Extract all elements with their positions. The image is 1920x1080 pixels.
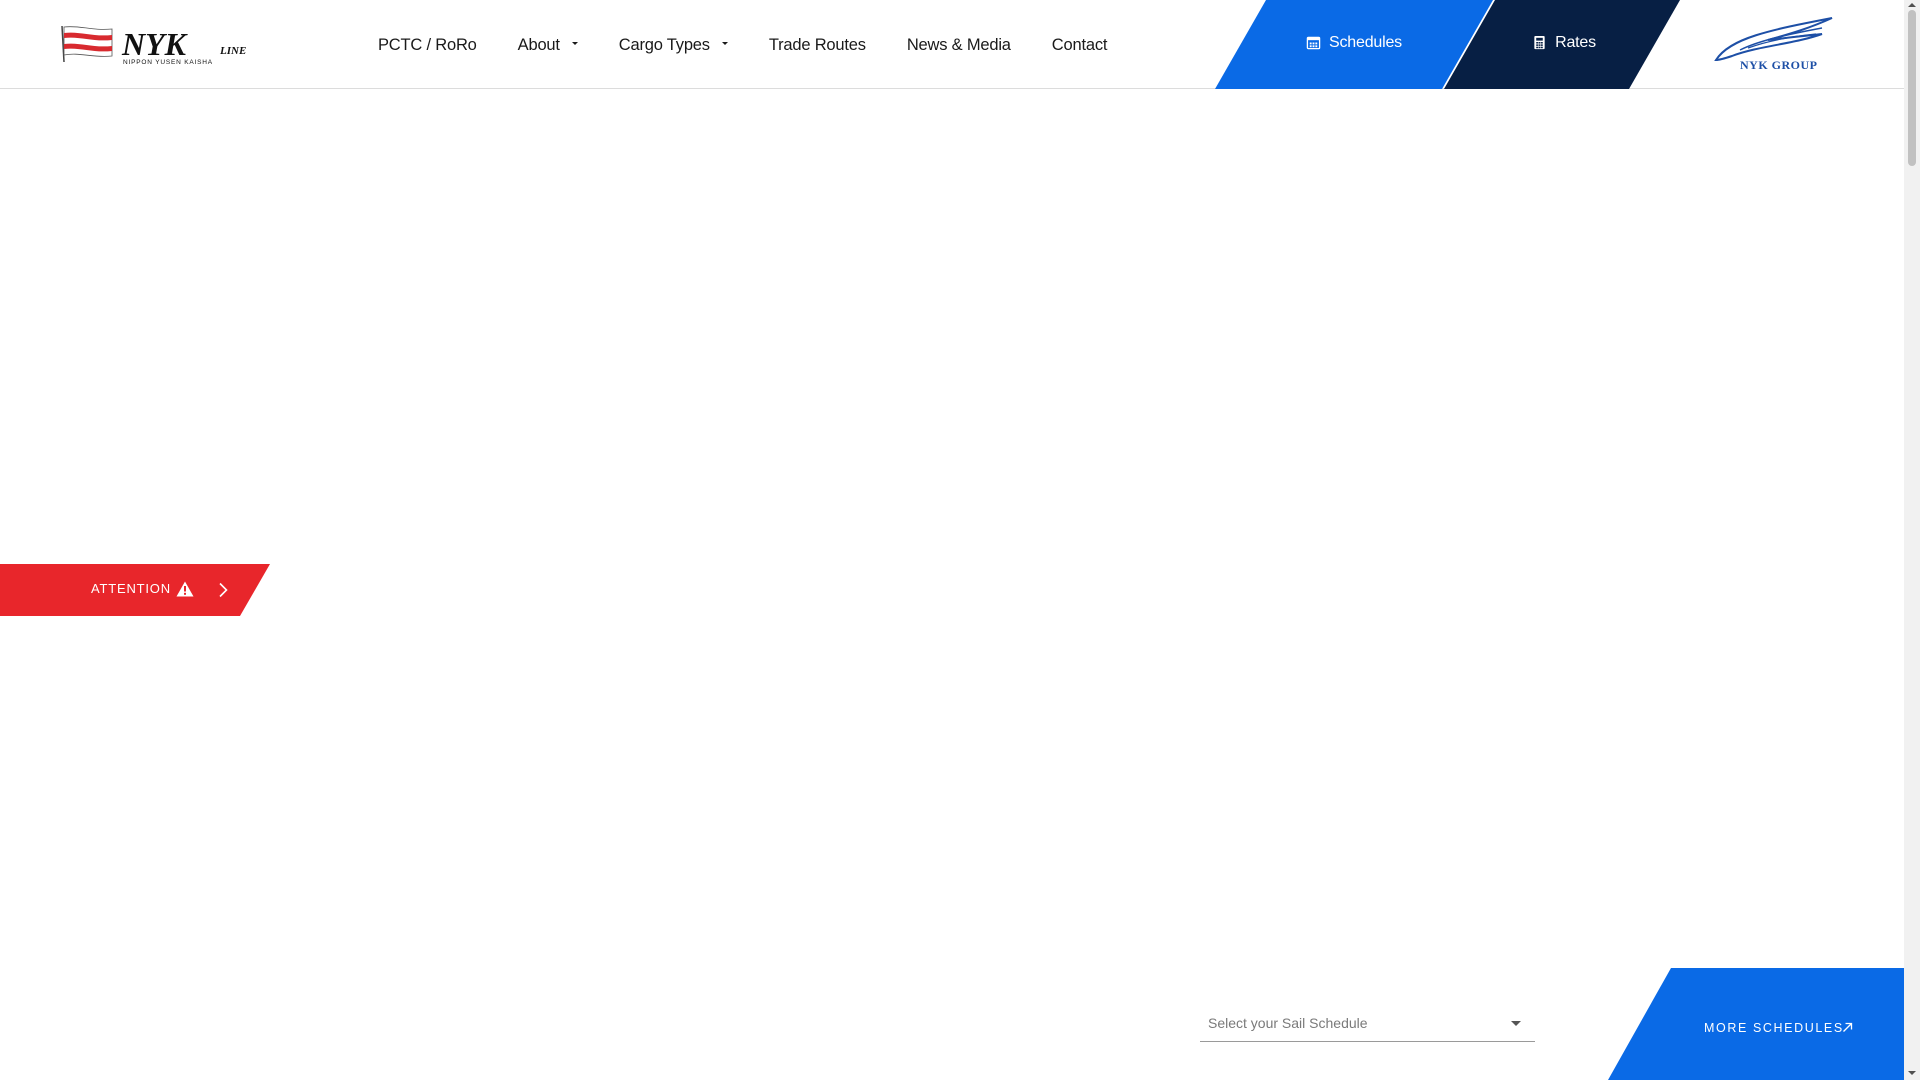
sail-schedule-placeholder: Select your Sail Schedule	[1208, 1015, 1368, 1031]
external-arrow-icon	[1843, 1022, 1853, 1032]
more-schedules-button[interactable]: MORE SCHEDULES	[1608, 968, 1904, 1080]
svg-text:NIPPON YUSEN KAISHA: NIPPON YUSEN KAISHA	[123, 59, 213, 66]
nav-news-media-label: News & Media	[906, 35, 1011, 54]
nav-trade-routes[interactable]: Trade Routes	[769, 35, 866, 55]
attention-label: ATTENTION	[91, 581, 171, 596]
nav-cargo-types[interactable]: Cargo Types	[619, 35, 728, 55]
nav-pctc-roro-label: PCTC / RoRo	[378, 35, 477, 54]
nav-pctc-roro[interactable]: PCTC / RoRo	[378, 35, 477, 55]
calculator-icon	[1532, 35, 1547, 50]
svg-text:NYK GROUP: NYK GROUP	[1740, 58, 1818, 72]
nav-about-label: About	[517, 35, 560, 54]
chevron-right-icon	[218, 582, 228, 598]
schedules-button-label: Schedules	[1329, 33, 1402, 51]
nav-contact[interactable]: Contact	[1051, 35, 1108, 55]
nav-contact-label: Contact	[1051, 35, 1108, 54]
nav-about[interactable]: About	[518, 35, 578, 55]
main-nav: PCTC / RoRo About Cargo Types Trade Rout…	[378, 0, 1148, 89]
nyk-flag-logo-icon: NYK LINE NIPPON YUSEN KAISHA	[61, 25, 246, 66]
site-header: NYK LINE NIPPON YUSEN KAISHA PCTC / RoRo…	[0, 0, 1904, 89]
warning-icon	[176, 581, 194, 597]
nyk-line-logo[interactable]: NYK LINE NIPPON YUSEN KAISHA	[60, 24, 260, 66]
sail-schedule-select[interactable]: Select your Sail Schedule	[1200, 1005, 1535, 1042]
scroll-up-icon[interactable]	[1908, 3, 1916, 7]
nav-cargo-types-label: Cargo Types	[618, 35, 710, 54]
schedules-button[interactable]: Schedules	[1215, 0, 1493, 89]
nyk-group-logo[interactable]: NYK GROUP	[1710, 16, 1835, 72]
calendar-icon	[1306, 35, 1321, 50]
page-scrollbar[interactable]	[1904, 0, 1920, 1080]
more-schedules-label: MORE SCHEDULES	[1704, 1021, 1844, 1035]
chevron-down-icon	[1511, 1021, 1521, 1026]
scroll-down-icon[interactable]	[1908, 1071, 1916, 1075]
nyk-group-bird-icon: NYK GROUP	[1714, 17, 1833, 72]
rates-button-label: Rates	[1555, 33, 1596, 51]
chevron-down-icon	[571, 41, 578, 45]
chevron-down-icon	[721, 41, 728, 45]
attention-tab[interactable]: ATTENTION	[0, 564, 270, 616]
scrollbar-thumb[interactable]	[1908, 10, 1916, 166]
nav-news-media[interactable]: News & Media	[907, 35, 1011, 55]
svg-text:NYK: NYK	[121, 26, 189, 62]
nav-trade-routes-label: Trade Routes	[768, 35, 866, 54]
svg-text:LINE: LINE	[219, 45, 246, 57]
